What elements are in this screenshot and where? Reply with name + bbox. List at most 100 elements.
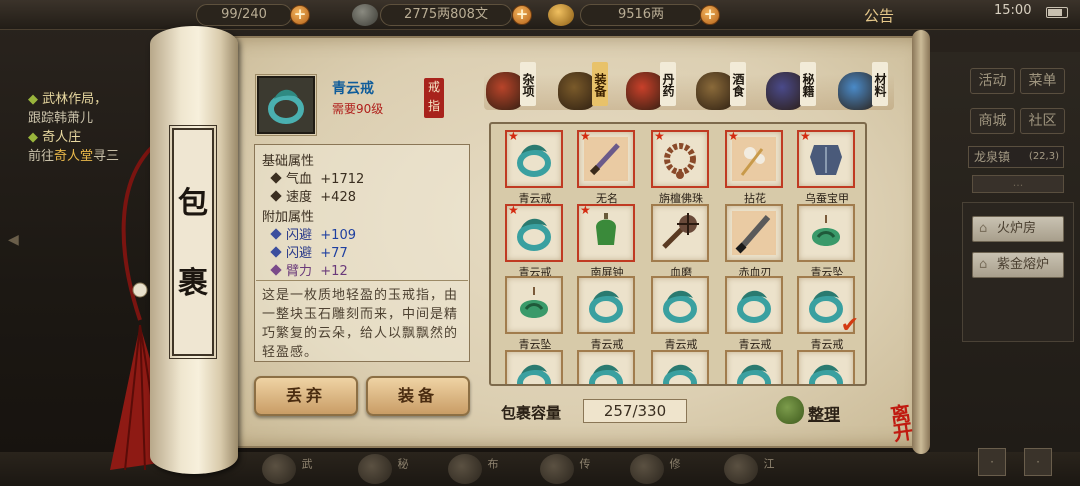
divider bbox=[256, 280, 468, 281]
jade-ring-icon bbox=[517, 144, 551, 177]
item-description: 这是一枚质地轻盈的玉戒指，由一整块玉石雕刻而来，中间是精巧繁复的云朵，给人以飘飘… bbox=[262, 288, 459, 360]
inventory-slot[interactable]: ★ bbox=[725, 129, 783, 188]
game-screen: 99/240 + 2775两808文 + 9516两 + 公告 15:00 ◀ … bbox=[0, 0, 1080, 486]
activity-button[interactable]: 活动 bbox=[970, 68, 1015, 94]
diamond-bullet-icon bbox=[270, 190, 282, 202]
place-furnace-room[interactable]: 火炉房 bbox=[972, 216, 1064, 242]
stat-line: 速度 +428 bbox=[270, 186, 356, 205]
nav-icon[interactable] bbox=[630, 454, 664, 484]
blade-icon bbox=[732, 211, 776, 255]
nav-icon[interactable] bbox=[540, 454, 574, 484]
inventory-slot[interactable] bbox=[725, 276, 783, 334]
map-tab[interactable]: ... bbox=[972, 175, 1064, 193]
stat-line: 闪避 +109 bbox=[270, 224, 356, 243]
add-silver-button[interactable]: + bbox=[700, 5, 720, 25]
add-copper-button[interactable]: + bbox=[512, 5, 532, 25]
stat-line: 闪避 +77 bbox=[270, 242, 348, 261]
place-purple-gold-furnace[interactable]: 紫金熔炉 bbox=[972, 252, 1064, 278]
shop-button[interactable]: 商城 bbox=[970, 108, 1015, 134]
inventory-slot[interactable] bbox=[577, 276, 635, 334]
bottom-small-button[interactable]: · bbox=[1024, 448, 1052, 476]
category-tab-3[interactable]: 丹药 bbox=[660, 62, 676, 106]
diamond-bullet-icon bbox=[270, 246, 282, 258]
equip-button[interactable]: 装备 bbox=[366, 376, 470, 416]
scroll-title-char: 包 bbox=[178, 186, 208, 221]
battery-icon bbox=[1046, 7, 1068, 18]
category-tab-4[interactable]: 酒食 bbox=[730, 62, 746, 106]
inventory-slot[interactable] bbox=[577, 350, 635, 384]
notice-button[interactable]: 公告 bbox=[864, 5, 894, 26]
jade-ring-icon bbox=[589, 290, 623, 323]
category-tab-6[interactable]: 材料 bbox=[872, 62, 888, 106]
inventory-slot[interactable]: ✔ bbox=[797, 276, 859, 338]
star-icon: ★ bbox=[728, 129, 739, 143]
inventory-slot[interactable]: ★ bbox=[505, 129, 563, 188]
stamina-counter: 99/240 bbox=[196, 4, 292, 26]
inventory-slot[interactable]: ★ bbox=[577, 203, 635, 262]
diamond-bullet-icon bbox=[270, 228, 282, 240]
jade-ring-icon bbox=[517, 364, 551, 384]
capacity-label: 包裹容量 bbox=[501, 404, 562, 422]
inventory-slot[interactable] bbox=[651, 276, 709, 334]
inventory-slot[interactable] bbox=[797, 204, 855, 262]
inventory-slot[interactable] bbox=[505, 350, 563, 384]
jade-ring-icon bbox=[737, 364, 771, 384]
category-tab-5[interactable]: 秘籍 bbox=[800, 62, 816, 106]
star-icon: ★ bbox=[580, 203, 591, 217]
quest-highlight: 奇人堂 bbox=[54, 149, 94, 164]
coords: (22,3) bbox=[1028, 151, 1059, 162]
category-tab-1[interactable]: 杂项 bbox=[520, 62, 536, 106]
scroll-title-plate bbox=[169, 125, 217, 359]
bag-icon bbox=[776, 396, 804, 424]
jade-ring-icon bbox=[268, 89, 304, 124]
nav-icon[interactable] bbox=[358, 454, 392, 484]
menu-button[interactable]: 菜单 bbox=[1020, 68, 1065, 94]
item-type-seal: 戒指 bbox=[424, 78, 444, 118]
nav-icon[interactable] bbox=[262, 454, 296, 484]
checkmark-icon: ✔ bbox=[840, 313, 859, 338]
jade-pendant-icon bbox=[812, 215, 840, 246]
inventory-slot[interactable]: ★ bbox=[577, 129, 635, 188]
inventory-slot[interactable]: ★ bbox=[797, 129, 855, 188]
silver-ingot-icon bbox=[548, 4, 574, 26]
item-name: 青云戒 bbox=[332, 81, 374, 97]
inventory-grid: ★ 青云戒 ★ 无名 ★ 旃檀佛珠 ★ 拈花 ★ 乌蚕宝甲 ★ 青云戒 ★ 南屏钟 血磨 赤血刃 青云坠 青云坠青… bbox=[489, 122, 867, 386]
nav-label: 江 bbox=[762, 458, 775, 469]
inventory-slot[interactable] bbox=[725, 204, 783, 262]
inventory-slot[interactable] bbox=[651, 350, 709, 384]
silver-counter: 9516两 bbox=[580, 4, 702, 26]
nav-icon[interactable] bbox=[448, 454, 482, 484]
star-icon: ★ bbox=[508, 203, 519, 217]
nav-icon[interactable] bbox=[724, 454, 758, 484]
discard-button[interactable]: 丢弃 bbox=[254, 376, 358, 416]
leave-button[interactable]: 离开 bbox=[889, 401, 932, 447]
sort-button[interactable]: 整理 bbox=[808, 401, 840, 425]
nav-label: 布 bbox=[486, 458, 499, 469]
nav-label: 传 bbox=[578, 458, 591, 469]
inventory-slot[interactable] bbox=[651, 204, 709, 262]
add-stamina-button[interactable]: + bbox=[290, 5, 310, 25]
inventory-slot[interactable]: ★ bbox=[505, 203, 563, 262]
category-tab-2[interactable]: 装备 bbox=[592, 62, 608, 106]
clock: 15:00 bbox=[994, 3, 1032, 18]
inventory-slot[interactable] bbox=[505, 276, 563, 334]
inventory-slot[interactable] bbox=[725, 350, 783, 384]
nav-label: 武 bbox=[300, 458, 313, 469]
inventory-slot[interactable]: ★ bbox=[651, 129, 709, 188]
bottom-small-button[interactable]: · bbox=[978, 448, 1006, 476]
extra-stats-header: 附加属性 bbox=[262, 210, 315, 225]
star-icon: ★ bbox=[580, 129, 591, 143]
collapse-arrow-icon[interactable]: ◀ bbox=[8, 232, 28, 252]
quest-step: 跟踪韩萧儿 bbox=[28, 111, 94, 126]
star-icon: ★ bbox=[654, 129, 665, 143]
scroll-title-char: 裹 bbox=[178, 266, 208, 301]
copper-counter: 2775两808文 bbox=[380, 4, 512, 26]
prayer-beads-icon bbox=[664, 143, 696, 179]
inventory-slot[interactable] bbox=[797, 350, 855, 384]
jade-pendant-icon bbox=[520, 287, 548, 318]
star-icon: ★ bbox=[508, 129, 519, 143]
diamond-bullet-icon bbox=[270, 172, 282, 184]
community-button[interactable]: 社区 bbox=[1020, 108, 1065, 134]
item-level-requirement: 需要90级 bbox=[332, 102, 384, 116]
flower-icon bbox=[732, 137, 776, 181]
